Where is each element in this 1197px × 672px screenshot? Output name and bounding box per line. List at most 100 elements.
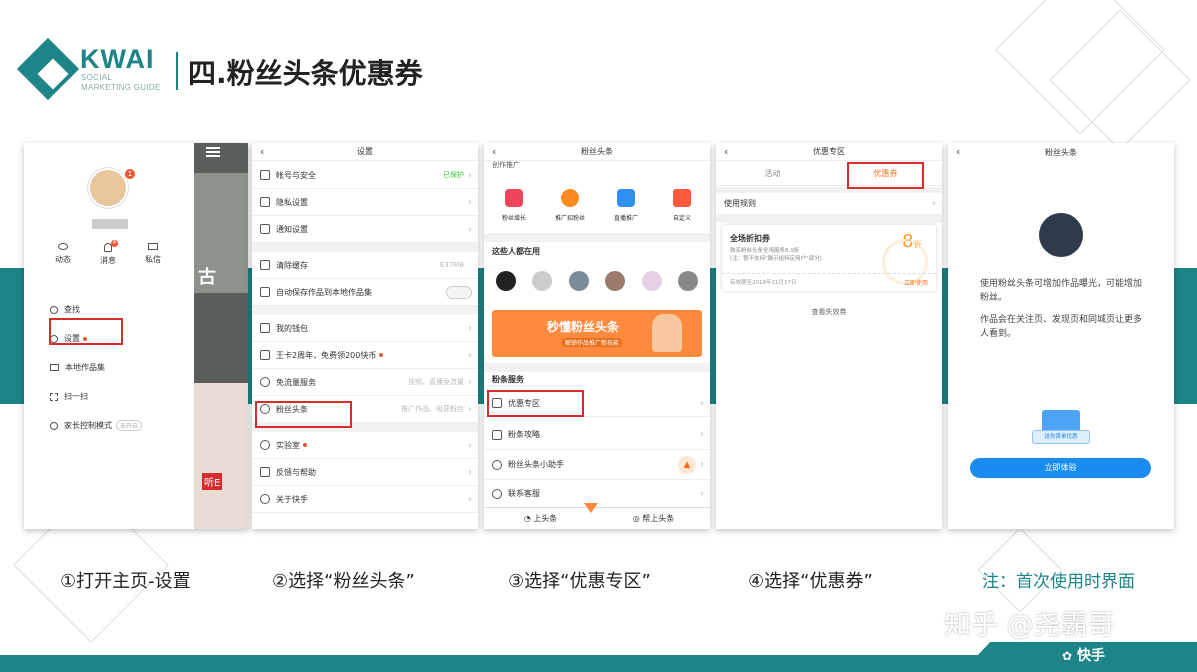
info-icon (260, 494, 270, 504)
speaker-icon (260, 224, 270, 234)
feedback-icon (260, 467, 270, 477)
phone-screen-discount-zone: ‹ 优惠专区 活动 优惠券 使用规则 › 全场折扣券 购买粉丝头条全场服务8.0折 … (716, 143, 942, 529)
flame-icon: ▲ (678, 455, 696, 474)
feature-grid: 粉丝增长 推广招粉丝 直播推广 自定义 (494, 189, 702, 222)
gift-coupon-graphic: 送你首单优惠 (1032, 410, 1090, 448)
settings-row-account[interactable]: 帐号与安全 已保护 › (252, 162, 478, 189)
back-icon[interactable]: ‹ (260, 145, 264, 158)
card-icon (260, 350, 270, 360)
step-caption-3: ③选择“优惠专区” (508, 571, 651, 592)
bottom-action-bar: ◔ 上头条 ◎ 帮上头条 (484, 507, 710, 529)
back-icon[interactable]: ‹ (724, 145, 728, 158)
step-caption-2: ②选择“粉丝头条” (272, 571, 415, 592)
avatar[interactable] (641, 271, 662, 291)
logo-text: KWAI (80, 44, 155, 74)
rules-row[interactable]: 使用规则 › (716, 193, 942, 215)
phone-screen-fans-headline: ‹ 粉丝头条 创作推广 粉丝增长 推广招粉丝 直播推广 自定义 这些人都在用 秒懂… (484, 143, 710, 529)
feed-background: 古 听E (194, 143, 248, 529)
service-row-assistant[interactable]: 粉丝头条小助手 ▲ › (484, 450, 710, 480)
settings-row-about[interactable]: 关于快手 › (252, 486, 478, 513)
data-icon (260, 377, 270, 387)
watermark: 知乎 @尧霸哥 (944, 610, 1115, 641)
settings-row-free-data[interactable]: 免流量服务 视频、直播免流量 › (252, 369, 478, 396)
banner-illustration (652, 314, 682, 352)
help-headline-button[interactable]: ◎ 帮上头条 (597, 513, 710, 524)
service-row-guide[interactable]: 粉条攻略 › (484, 420, 710, 450)
wallet-icon (260, 323, 270, 333)
first-use-navbar: ‹ 粉丝头条 (956, 145, 1077, 158)
promo-icon (561, 189, 579, 207)
section-label: 创作推广 (492, 161, 520, 169)
back-icon[interactable]: ‹ (956, 145, 960, 158)
intro-text-2: 作品会在关注页、发现页和同城页让更多人看到。 (980, 315, 1143, 339)
cat-avatar-icon[interactable] (88, 168, 128, 208)
quick-dynamic[interactable]: 动态 (48, 243, 78, 269)
quick-messages[interactable]: 4 消息 (93, 240, 123, 269)
quick-mail[interactable]: 私信 (138, 243, 168, 269)
use-now-link[interactable]: 立即使用 (904, 278, 928, 287)
view-expired-link[interactable]: 查看失效券 (716, 307, 942, 317)
privacy-icon (260, 197, 270, 207)
header-divider (176, 52, 178, 90)
location-icon: ◎ (632, 514, 643, 523)
avatar[interactable] (496, 271, 516, 291)
person-icon (492, 459, 502, 470)
settings-row-feedback[interactable]: 反馈与帮助 › (252, 459, 478, 486)
settings-row-notifications[interactable]: 通知设置 › (252, 216, 478, 243)
shield-icon (50, 421, 58, 430)
feature-fans-growth[interactable]: 粉丝增长 (494, 189, 534, 222)
user-avatars (496, 271, 698, 291)
settings-navbar: ‹ 设置 (252, 143, 478, 161)
headline-navbar: ‹ 粉丝头条 (484, 143, 710, 161)
menu-item-local-collection[interactable]: 本地作品集 (50, 353, 180, 382)
avatar[interactable] (605, 271, 626, 291)
step-caption-note: 注：首次使用时界面 (982, 572, 1135, 592)
try-now-button[interactable]: 立即体验 (970, 458, 1151, 478)
brand-label: ✿ 快手 (1062, 648, 1105, 664)
highlight-fans-headline (255, 401, 352, 428)
profile-quick-icons: 动态 4 消息 私信 (48, 240, 168, 269)
username-blurred (92, 219, 128, 229)
feed-text: 古 (198, 267, 216, 288)
heart-icon (505, 189, 523, 207)
menu-item-parental-control[interactable]: 家长控制模式 未开启 (50, 411, 180, 440)
step-caption-1: ①打开主页-设置 (60, 571, 191, 592)
avatar[interactable] (532, 271, 553, 291)
menu-item-scan[interactable]: 扫一扫 (50, 382, 180, 411)
headline-banner[interactable]: 秒懂粉丝头条 解锁作品推广新技能 (492, 310, 702, 357)
back-icon[interactable]: ‹ (492, 145, 496, 158)
settings-row-wallet[interactable]: 我的钱包 › (252, 315, 478, 342)
feature-live-promo[interactable]: 直播推广 (606, 189, 646, 222)
menu-icon[interactable] (206, 147, 220, 149)
settings-row-autosave[interactable]: 自动保存作品到本地作品集 (252, 279, 478, 306)
mail-icon (148, 243, 158, 250)
highlight-coupons-tab (847, 162, 924, 189)
headset-icon (492, 488, 502, 499)
go-headline-button[interactable]: ◔ 上头条 (484, 513, 597, 524)
settings-row-clear-cache[interactable]: 清除缓存 637MB (252, 252, 478, 279)
autosave-toggle[interactable] (446, 285, 472, 299)
avatar[interactable] (568, 271, 589, 291)
phone-screen-first-use: ‹ 粉丝头条 使用粉丝头条可增加作品曝光，可能增加粉丝。 作品会在关注页、发现页和… (948, 143, 1174, 529)
settings-row-lab[interactable]: 实验室 › (252, 432, 478, 459)
discount-navbar: ‹ 优惠专区 (716, 143, 942, 161)
settings-row-privacy[interactable]: 隐私设置 › (252, 189, 478, 216)
tab-activities[interactable]: 活动 (716, 162, 829, 185)
feature-custom[interactable]: 自定义 (662, 189, 702, 222)
kuaishou-logo-icon: ✿ (1062, 649, 1073, 663)
trash-icon (260, 260, 270, 270)
settings-row-promo[interactable]: 王卡2周年，免费领200快币 › (252, 342, 478, 369)
bulb-icon (260, 440, 270, 450)
services-section-title: 粉条服务 (492, 375, 524, 384)
discount-coupon-card[interactable]: 全场折扣券 购买粉丝头条全场服务8.0折 (注：暂不支持"展示给特定用户"部分)… (722, 225, 936, 291)
eye-icon (58, 243, 68, 250)
side-menu: 查找 设置 本地作品集 扫一扫 家长控制模式 未开启 (50, 295, 180, 440)
avatar[interactable] (677, 271, 698, 291)
search-icon (50, 305, 58, 314)
scan-icon (50, 392, 58, 401)
phone-screen-settings: ‹ 设置 帐号与安全 已保护 › 隐私设置 › 通知设置 › 清除缓存 637MB 自动保存… (252, 143, 478, 529)
feature-promo-fans[interactable]: 推广招粉丝 (550, 189, 590, 222)
notification-badge: 1 (125, 169, 135, 179)
flame-icon: ◔ (523, 514, 534, 523)
step-caption-4: ④选择“优惠券” (748, 571, 873, 592)
